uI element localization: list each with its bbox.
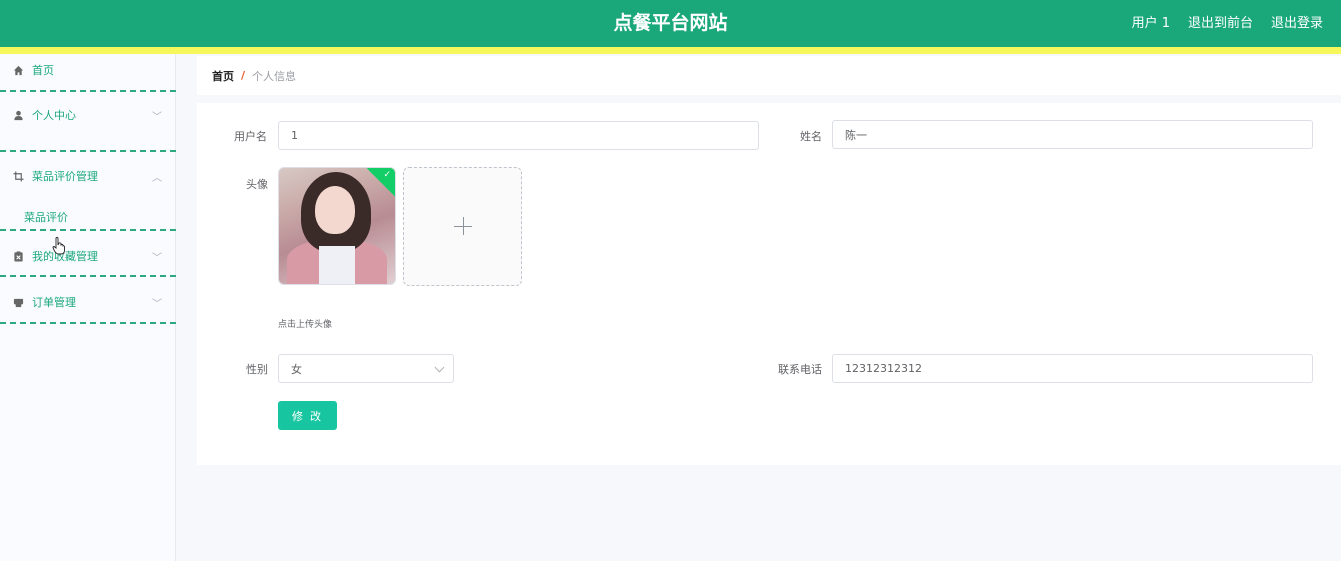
header-actions: 用户 1 退出到前台 退出登录: [1132, 12, 1323, 31]
accent-bar: [0, 47, 1341, 54]
sidebar-item-home[interactable]: 首页: [0, 54, 176, 92]
phone-label: 联系电话: [778, 363, 822, 376]
gender-label: 性别: [246, 363, 268, 376]
phone-input[interactable]: 12312312312: [832, 354, 1313, 383]
username-value: 1: [291, 129, 298, 142]
avatar-upload-hint: 点击上传头像: [278, 320, 333, 330]
avatar-label: 头像: [246, 178, 268, 191]
sidebar-item-label: 我的收藏管理: [32, 250, 98, 263]
upload-success-badge: [367, 168, 395, 197]
sidebar-subitem-dish-review[interactable]: 菜品评价: [24, 209, 68, 225]
sidebar-item-label: 个人中心: [32, 109, 76, 122]
name-input[interactable]: 陈一: [832, 120, 1313, 149]
clipboard-x-icon: [12, 250, 24, 262]
hand-cursor-icon: [52, 237, 65, 255]
sidebar-item-favorites-management[interactable]: 我的收藏管理 ﹀: [0, 231, 176, 277]
top-header: 点餐平台网站 用户 1 退出到前台 退出登录: [0, 0, 1341, 47]
phone-value: 12312312312: [845, 362, 922, 375]
sidebar-item-personal-center[interactable]: 个人中心 ﹀: [0, 92, 176, 152]
logout-link[interactable]: 退出登录: [1271, 12, 1323, 31]
gender-value: 女: [291, 362, 302, 376]
printer-icon: [12, 296, 24, 308]
chevron-down-icon: ﹀: [152, 252, 162, 264]
sidebar-item-order-management[interactable]: 订单管理 ﹀: [0, 277, 176, 324]
name-label: 姓名: [800, 130, 822, 143]
breadcrumb-current: 个人信息: [252, 69, 297, 83]
breadcrumb: 首页 / 个人信息: [197, 56, 1341, 95]
avatar-image[interactable]: ✓: [278, 167, 396, 285]
chevron-down-icon: ﹀: [152, 298, 162, 310]
breadcrumb-separator: /: [241, 69, 246, 82]
profile-form: 用户名 1 姓名 陈一 头像 ✓ 点击上传头像 性别 女 联系电话 123123…: [197, 103, 1341, 465]
chevron-down-icon: ﹀: [152, 111, 162, 123]
crop-icon: [12, 170, 24, 182]
home-icon: [12, 64, 24, 76]
sidebar-item-label: 菜品评价管理: [32, 170, 98, 183]
username-input[interactable]: 1: [278, 121, 759, 150]
name-value: 陈一: [845, 128, 867, 142]
user-icon: [12, 109, 24, 121]
sidebar-item-label: 订单管理: [32, 296, 76, 309]
sidebar: 首页 个人中心 ﹀ 菜品评价管理 ︿ 菜品评价 我的收藏管理 ﹀ 订单管理 ﹀: [0, 54, 176, 561]
submit-button[interactable]: 修 改: [278, 401, 337, 430]
chevron-down-icon: [434, 362, 445, 373]
breadcrumb-home[interactable]: 首页: [212, 68, 234, 84]
username-label: 用户名: [234, 130, 267, 143]
chevron-up-icon: ︿: [152, 172, 162, 184]
avatar-upload-button[interactable]: [403, 167, 522, 286]
back-to-front-link[interactable]: 退出到前台: [1188, 12, 1253, 31]
check-icon: ✓: [383, 170, 391, 180]
current-user[interactable]: 用户 1: [1132, 12, 1170, 31]
gender-select[interactable]: 女: [278, 354, 454, 383]
sidebar-item-label: 首页: [32, 64, 54, 77]
